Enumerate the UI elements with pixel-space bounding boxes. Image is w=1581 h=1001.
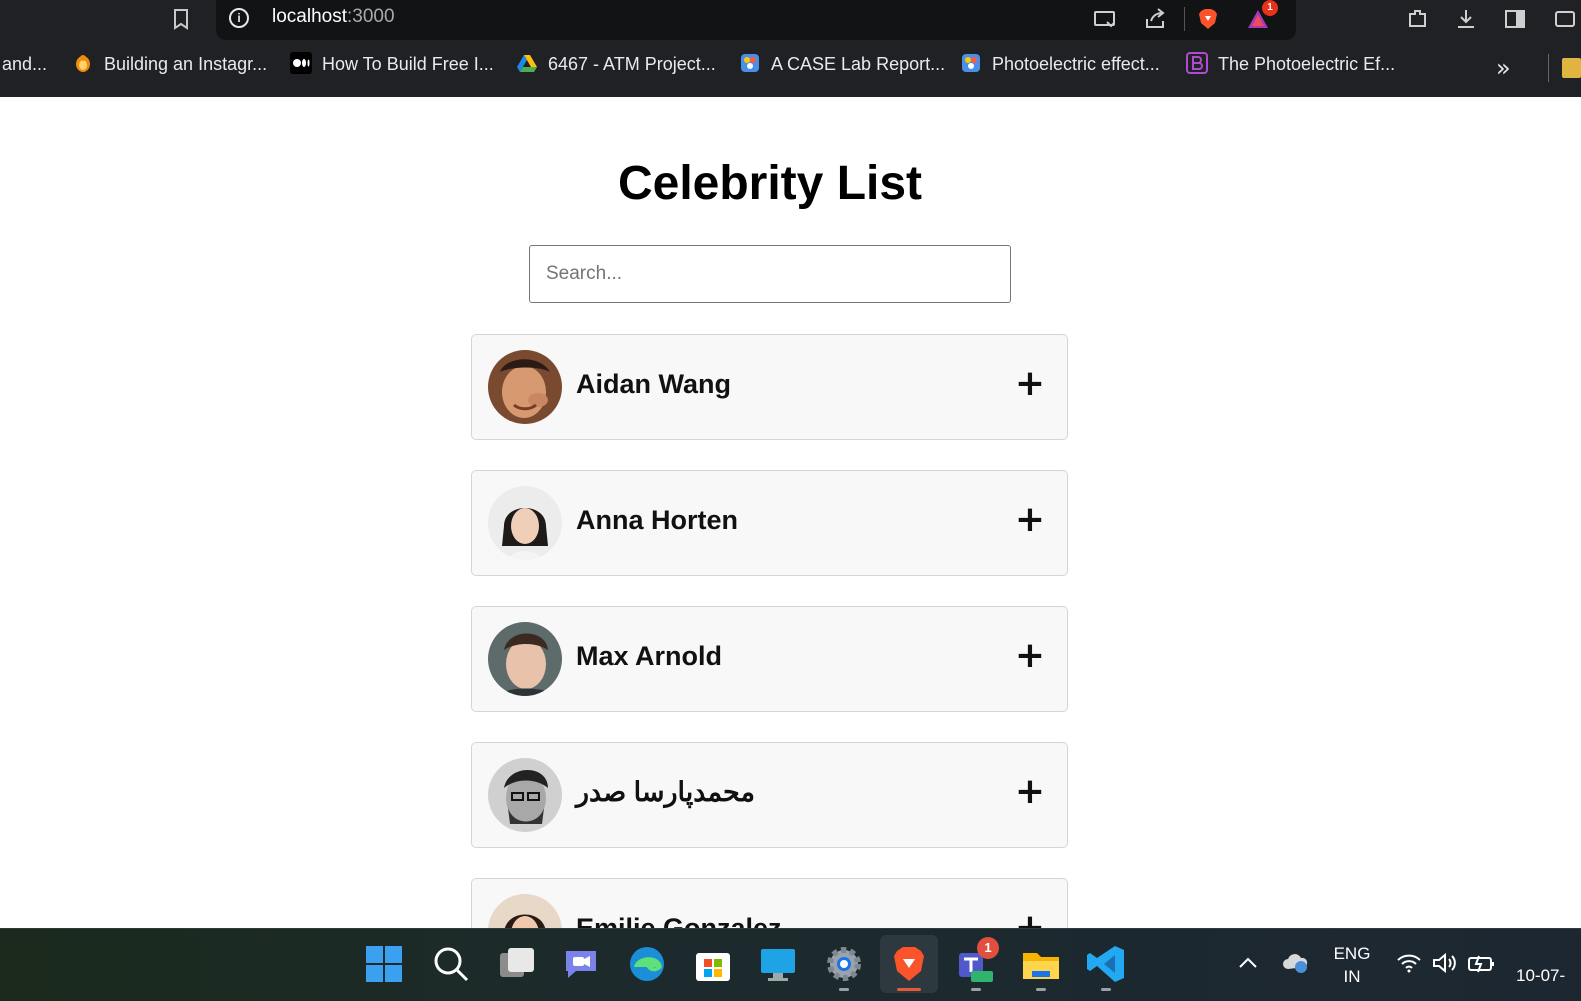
store-icon[interactable]: [692, 943, 734, 985]
expand-button[interactable]: +: [1012, 774, 1048, 810]
bookmark-item[interactable]: The Photoelectric Ef...: [1186, 52, 1395, 82]
search-input[interactable]: [529, 245, 1011, 303]
bookmarks-divider: [1548, 54, 1549, 82]
settings-icon[interactable]: [823, 943, 865, 985]
volume-icon[interactable]: [1432, 953, 1458, 973]
bookmark-icon[interactable]: [170, 7, 192, 31]
brainly-icon: [962, 54, 980, 73]
page-title: Celebrity List: [617, 157, 923, 210]
chevron-up-icon[interactable]: [1238, 955, 1258, 969]
medium-icon: [290, 52, 312, 75]
b-icon: [1186, 52, 1208, 75]
celebrity-card[interactable]: Anna Horten +: [471, 470, 1068, 576]
share-icon[interactable]: [1143, 7, 1167, 31]
bookmark-item[interactable]: Photoelectric effect...: [960, 54, 1160, 82]
remote-desktop-icon[interactable]: [757, 943, 799, 985]
celebrity-name: Aidan Wang: [576, 369, 731, 399]
vscode-icon[interactable]: [1085, 943, 1127, 985]
avatar: [488, 622, 562, 696]
site-info-icon[interactable]: i: [229, 8, 249, 28]
celebrity-name: Anna Horten: [576, 505, 738, 535]
running-indicator: [839, 988, 849, 991]
url-text[interactable]: localhost:3000: [272, 6, 395, 32]
wallet-icon[interactable]: [1553, 7, 1577, 31]
download-icon[interactable]: [1454, 7, 1478, 31]
teams-notification-badge: 1: [977, 937, 999, 959]
avatar: [488, 350, 562, 424]
folder-icon[interactable]: [1562, 58, 1581, 78]
celebrity-card[interactable]: Aidan Wang +: [471, 334, 1068, 440]
taskbar: 1 ENG IN: [0, 928, 1581, 1001]
language-indicator[interactable]: ENG: [1332, 944, 1372, 964]
onedrive-icon[interactable]: [1282, 951, 1310, 975]
running-indicator: [971, 988, 981, 991]
file-explorer-icon[interactable]: [1020, 943, 1062, 985]
avatar: [488, 758, 562, 832]
extensions-icon[interactable]: [1406, 7, 1430, 31]
battery-icon[interactable]: [1467, 953, 1495, 973]
clock-date[interactable]: 10-07-: [1516, 966, 1565, 986]
celebrity-card[interactable]: Max Arnold +: [471, 606, 1068, 712]
bookmarks-bar: and... Building an Instagr... How To Bui…: [0, 40, 1581, 97]
avatar: [488, 486, 562, 560]
bookmark-item[interactable]: A CASE Lab Report...: [739, 54, 945, 82]
expand-button[interactable]: +: [1012, 366, 1048, 402]
bookmarks-overflow-icon[interactable]: »: [1496, 54, 1511, 82]
toolbar-divider: [1184, 7, 1185, 31]
running-indicator: [1101, 988, 1111, 991]
celebrity-card[interactable]: محمدپارسا صدر +: [471, 742, 1068, 848]
bookmark-item[interactable]: and...: [2, 54, 47, 82]
edge-icon[interactable]: [626, 943, 668, 985]
running-indicator: [1036, 988, 1046, 991]
bookmark-item[interactable]: Building an Instagr...: [72, 54, 267, 82]
expand-button[interactable]: +: [1012, 502, 1048, 538]
brainly-icon: [741, 54, 759, 73]
bookmark-item[interactable]: How To Build Free I...: [290, 52, 494, 82]
penguin-icon: [76, 55, 90, 73]
running-indicator: [897, 988, 921, 991]
chat-icon[interactable]: [560, 943, 602, 985]
rewards-badge: 1: [1262, 0, 1278, 16]
expand-button[interactable]: +: [1012, 638, 1048, 674]
celebrity-name: Max Arnold: [576, 641, 723, 671]
brave-icon[interactable]: [888, 943, 930, 985]
wifi-icon[interactable]: [1396, 953, 1422, 973]
celebrity-name: محمدپارسا صدر: [576, 777, 755, 807]
brave-shields-icon[interactable]: [1196, 7, 1220, 31]
cast-icon[interactable]: [1093, 7, 1117, 31]
task-view-icon[interactable]: [496, 943, 538, 985]
region-indicator[interactable]: IN: [1332, 967, 1372, 987]
search-icon[interactable]: [430, 943, 472, 985]
google-drive-icon: [517, 55, 537, 73]
browser-toolbar: i localhost:3000 1: [0, 0, 1581, 40]
bookmark-item[interactable]: 6467 - ATM Project...: [516, 54, 716, 82]
sidebar-toggle-icon[interactable]: [1503, 7, 1527, 31]
start-icon[interactable]: [363, 943, 405, 985]
